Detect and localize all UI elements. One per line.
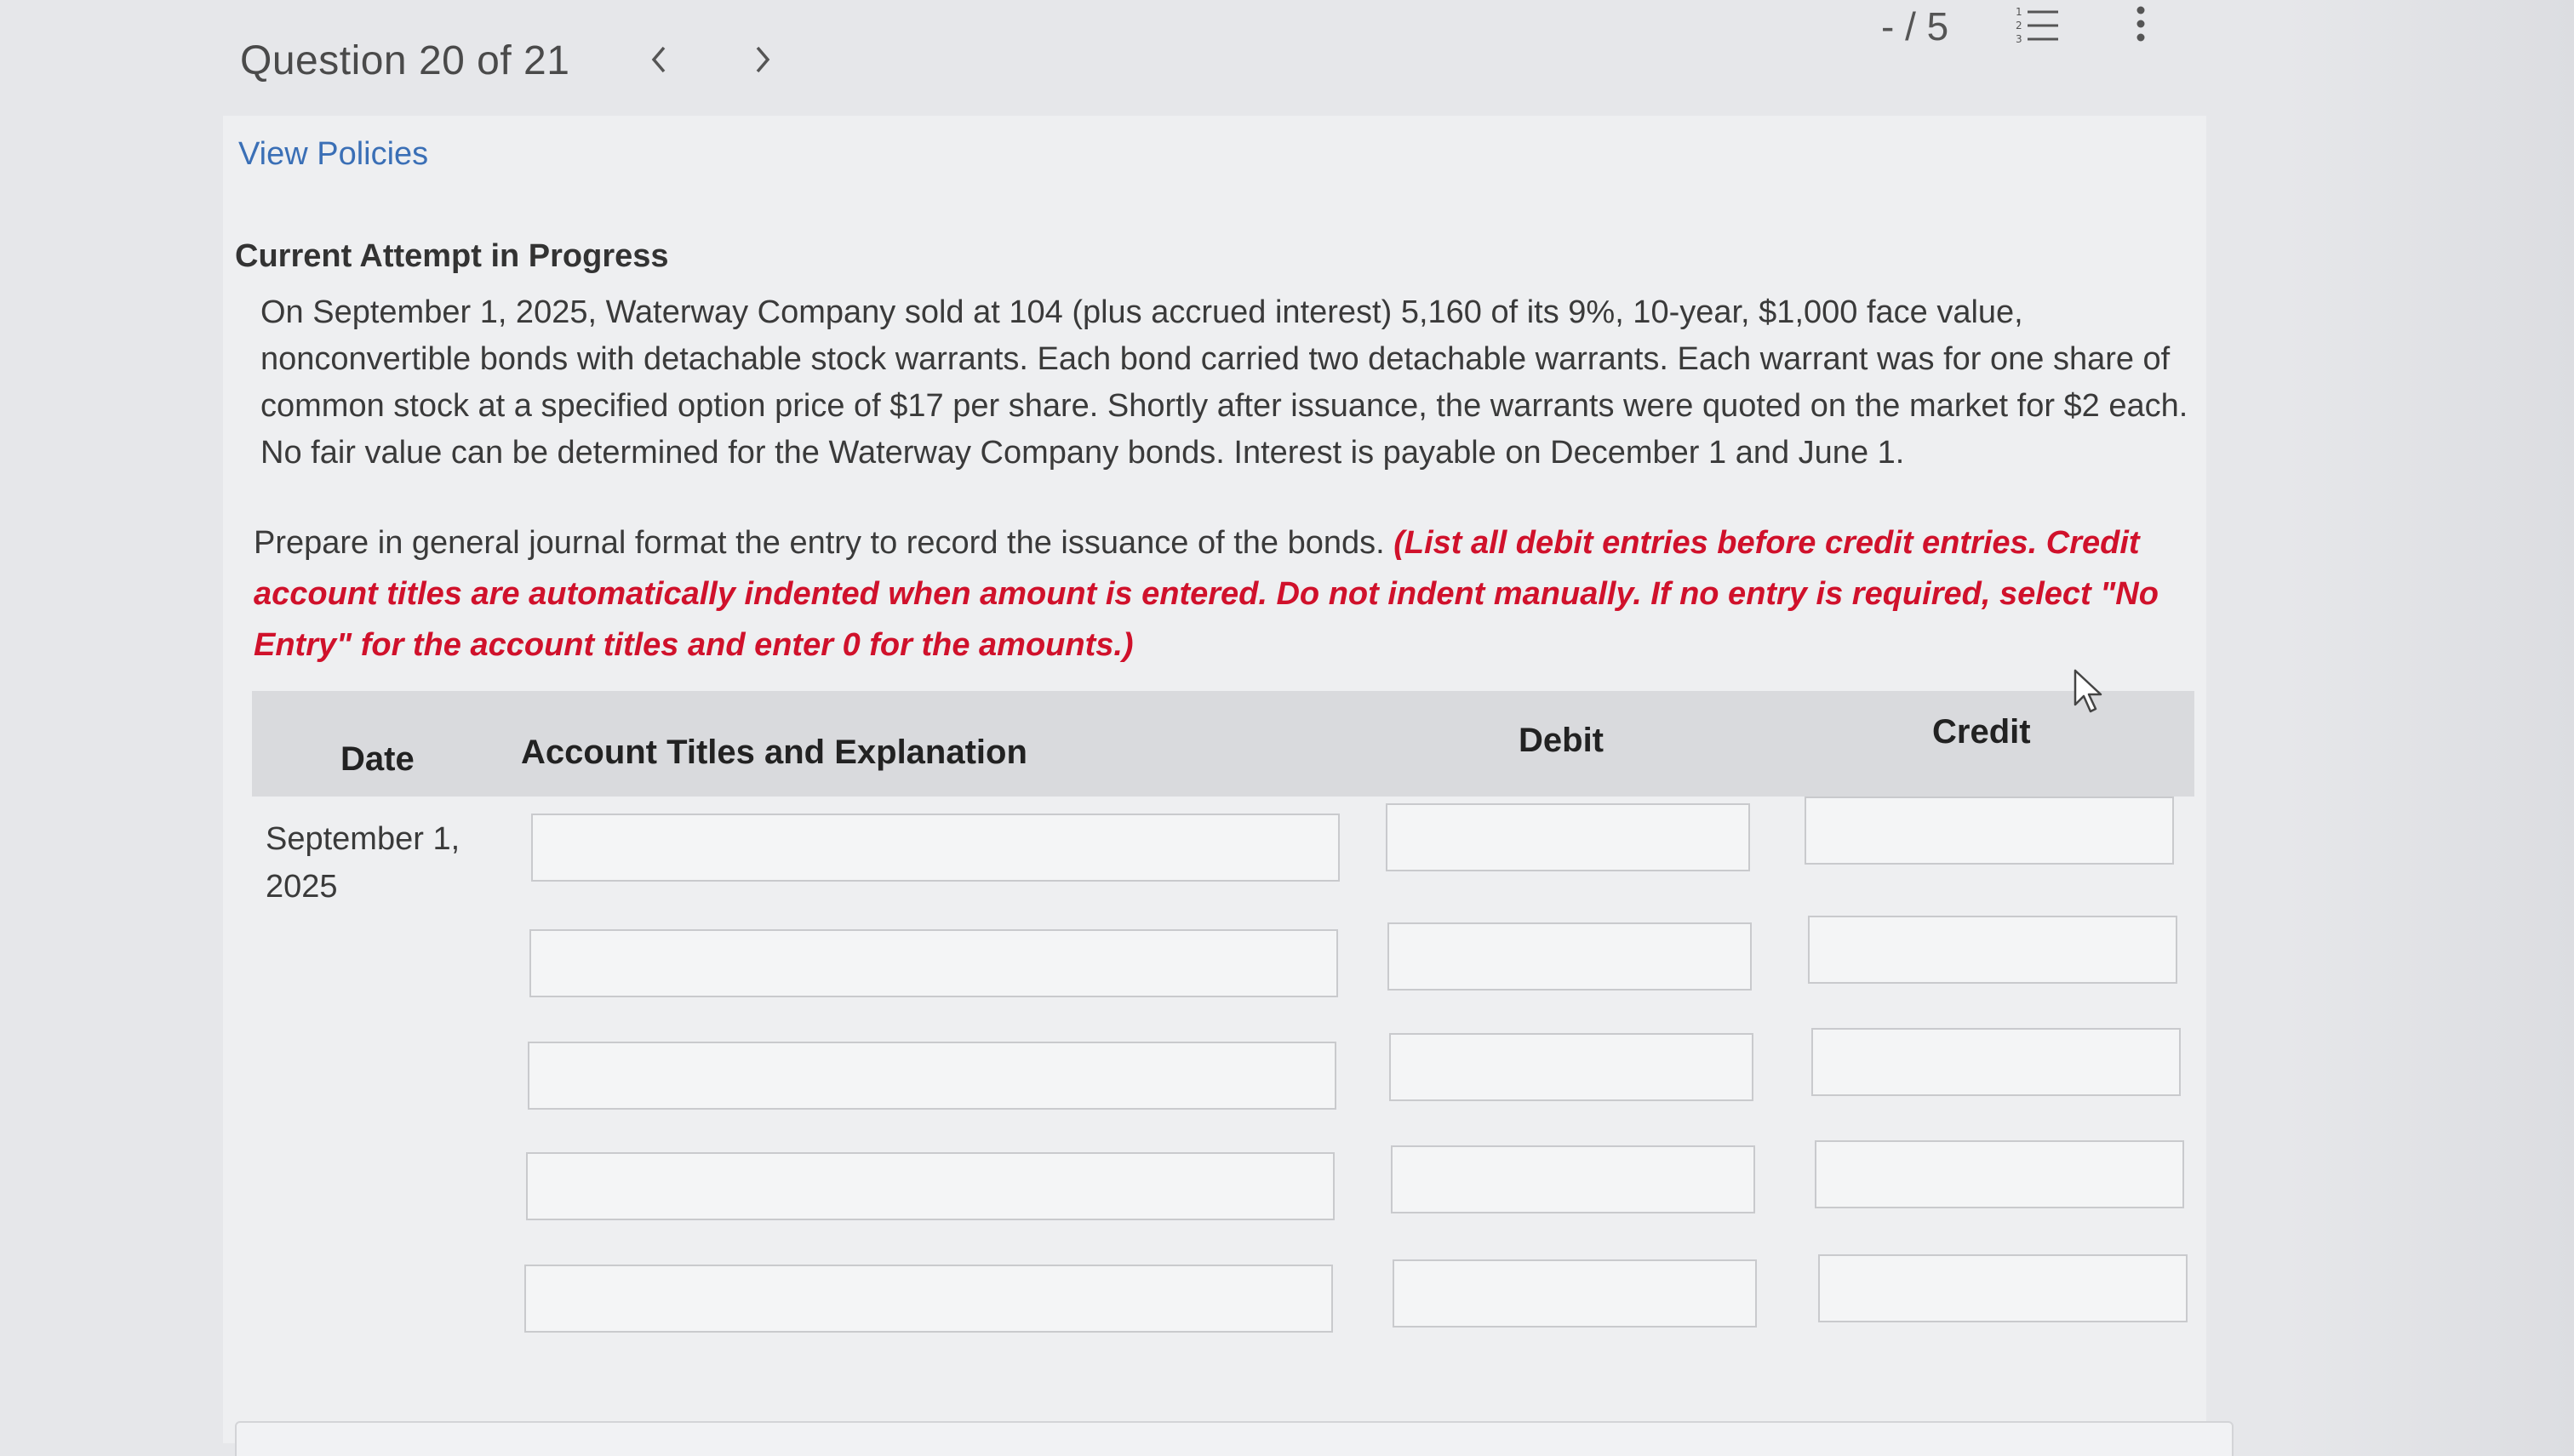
svg-text:1: 1 bbox=[2016, 6, 2022, 18]
credit-input-2[interactable] bbox=[1808, 916, 2177, 984]
instructions-text: Prepare in general journal format the en… bbox=[254, 525, 1385, 561]
next-section-card bbox=[235, 1421, 2234, 1456]
account-title-input-5[interactable] bbox=[524, 1265, 1333, 1333]
view-policies-link[interactable]: View Policies bbox=[238, 136, 428, 173]
question-list-button[interactable]: 1 2 3 bbox=[2014, 3, 2065, 46]
journal-date-line2: 2025 bbox=[266, 869, 338, 905]
svg-text:2: 2 bbox=[2016, 20, 2022, 31]
chevron-left-icon bbox=[651, 46, 666, 73]
debit-input-2[interactable] bbox=[1387, 922, 1752, 991]
attempt-status: Current Attempt in Progress bbox=[235, 238, 669, 274]
journal-date-line1: September 1, bbox=[266, 821, 460, 857]
account-title-input-2[interactable] bbox=[529, 929, 1338, 997]
journal-date: September 1, 2025 bbox=[266, 815, 487, 911]
score-display: - / 5 bbox=[1881, 4, 1949, 49]
credit-input-3[interactable] bbox=[1811, 1028, 2181, 1096]
debit-input-4[interactable] bbox=[1391, 1145, 1755, 1213]
question-counter: Question 20 of 21 bbox=[240, 38, 570, 83]
numbered-list-icon: 1 2 3 bbox=[2016, 6, 2058, 45]
credit-input-4[interactable] bbox=[1815, 1140, 2184, 1208]
column-header-debit: Debit bbox=[1519, 722, 1604, 759]
credit-input-5[interactable] bbox=[1818, 1254, 2188, 1322]
more-vertical-icon bbox=[2136, 6, 2145, 42]
column-header-account: Account Titles and Explanation bbox=[521, 734, 1027, 771]
account-title-input-1[interactable] bbox=[531, 814, 1340, 882]
account-title-input-3[interactable] bbox=[528, 1042, 1336, 1110]
more-options-button[interactable] bbox=[2128, 3, 2154, 46]
background-shade bbox=[2285, 0, 2574, 1456]
previous-question-button[interactable] bbox=[633, 34, 684, 85]
column-header-credit: Credit bbox=[1932, 713, 2031, 751]
next-question-button[interactable] bbox=[737, 34, 788, 85]
credit-input-1[interactable] bbox=[1805, 797, 2174, 865]
svg-text:3: 3 bbox=[2016, 33, 2022, 45]
debit-input-3[interactable] bbox=[1389, 1033, 1753, 1101]
instructions: Prepare in general journal format the en… bbox=[254, 517, 2194, 671]
account-title-input-4[interactable] bbox=[526, 1152, 1335, 1220]
debit-input-5[interactable] bbox=[1393, 1259, 1757, 1328]
debit-input-1[interactable] bbox=[1386, 803, 1750, 871]
column-header-date: Date bbox=[340, 740, 415, 778]
mouse-cursor-icon bbox=[2074, 669, 2102, 713]
problem-text: On September 1, 2025, Waterway Company s… bbox=[260, 294, 2188, 471]
chevron-right-icon bbox=[756, 46, 770, 73]
